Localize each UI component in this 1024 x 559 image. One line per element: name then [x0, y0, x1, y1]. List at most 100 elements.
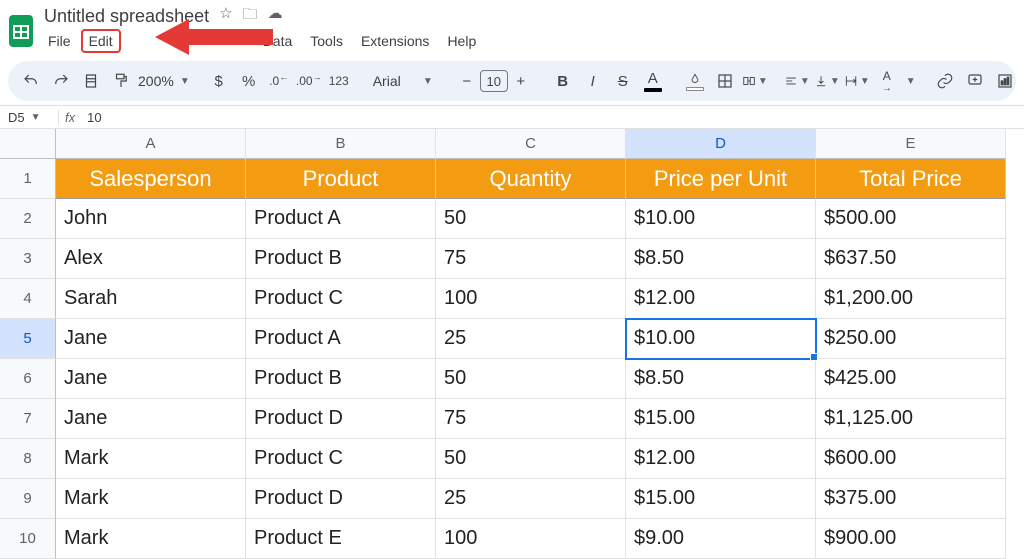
table-header-cell[interactable]: Price per Unit — [626, 159, 816, 199]
borders-button[interactable] — [712, 67, 738, 95]
row-header[interactable]: 10 — [0, 519, 56, 559]
print-button[interactable] — [78, 67, 104, 95]
text-rotation-button[interactable]: A→ — [874, 67, 900, 95]
text-wrap-button[interactable]: ▼ — [844, 67, 870, 95]
row-header[interactable]: 6 — [0, 359, 56, 399]
cell[interactable]: $1,125.00 — [816, 399, 1006, 439]
cell[interactable]: Product E — [246, 519, 436, 559]
insert-chart-button[interactable] — [992, 67, 1018, 95]
sheets-logo-icon[interactable] — [8, 14, 34, 48]
paint-format-button[interactable] — [108, 67, 134, 95]
more-formats-button[interactable]: 123 — [326, 67, 352, 95]
cell[interactable]: 50 — [436, 439, 626, 479]
table-header-cell[interactable]: Total Price — [816, 159, 1006, 199]
cell[interactable]: $250.00 — [816, 319, 1006, 359]
star-icon[interactable]: ☆ — [219, 4, 232, 29]
cell[interactable]: Sarah — [56, 279, 246, 319]
decrease-decimal-button[interactable]: .0← — [266, 67, 292, 95]
cell[interactable]: $637.50 — [816, 239, 1006, 279]
cell[interactable]: $500.00 — [816, 199, 1006, 239]
row-header[interactable]: 7 — [0, 399, 56, 439]
column-header[interactable]: D — [626, 129, 816, 159]
cell[interactable]: $375.00 — [816, 479, 1006, 519]
cloud-status-icon[interactable]: ☁ — [268, 4, 283, 29]
cell[interactable]: 100 — [436, 279, 626, 319]
row-header[interactable]: 9 — [0, 479, 56, 519]
column-header[interactable]: B — [246, 129, 436, 159]
cell[interactable]: Jane — [56, 399, 246, 439]
cell[interactable]: 50 — [436, 199, 626, 239]
format-currency-button[interactable]: $ — [206, 67, 232, 95]
merge-cells-button[interactable]: ▼ — [742, 67, 768, 95]
table-header-cell[interactable]: Quantity — [436, 159, 626, 199]
cell[interactable]: $12.00 — [626, 439, 816, 479]
menu-file[interactable]: File — [40, 29, 79, 53]
table-header-cell[interactable]: Salesperson — [56, 159, 246, 199]
cell[interactable]: 75 — [436, 239, 626, 279]
undo-button[interactable] — [18, 67, 44, 95]
cell[interactable]: $10.00 — [626, 319, 816, 359]
font-size-decrease-button[interactable]: − — [454, 67, 480, 95]
font-size-increase-button[interactable]: + — [508, 67, 534, 95]
cell[interactable]: Alex — [56, 239, 246, 279]
font-family-select[interactable]: Arial▼ — [368, 70, 438, 92]
row-header[interactable]: 3 — [0, 239, 56, 279]
cell[interactable]: 100 — [436, 519, 626, 559]
cell[interactable]: Mark — [56, 479, 246, 519]
cell[interactable]: $15.00 — [626, 479, 816, 519]
cell[interactable]: $9.00 — [626, 519, 816, 559]
cell[interactable]: $8.50 — [626, 239, 816, 279]
column-header[interactable]: E — [816, 129, 1006, 159]
menu-help[interactable]: Help — [439, 29, 484, 53]
cell[interactable]: Mark — [56, 519, 246, 559]
cell[interactable]: $1,200.00 — [816, 279, 1006, 319]
cell[interactable]: Product A — [246, 319, 436, 359]
row-header[interactable]: 8 — [0, 439, 56, 479]
redo-button[interactable] — [48, 67, 74, 95]
italic-button[interactable]: I — [580, 67, 606, 95]
zoom-select[interactable]: 200%▼ — [138, 73, 190, 89]
row-header[interactable]: 1 — [0, 159, 56, 199]
cell[interactable]: $600.00 — [816, 439, 1006, 479]
format-percent-button[interactable]: % — [236, 67, 262, 95]
menu-extensions[interactable]: Extensions — [353, 29, 437, 53]
select-all-corner[interactable] — [0, 129, 56, 159]
cell[interactable]: Product B — [246, 359, 436, 399]
cell[interactable]: Jane — [56, 359, 246, 399]
cell[interactable]: $900.00 — [816, 519, 1006, 559]
cell[interactable]: $10.00 — [626, 199, 816, 239]
menu-data[interactable]: Data — [255, 29, 301, 53]
formula-input[interactable]: 10 — [81, 110, 107, 125]
menu-edit[interactable]: Edit — [81, 29, 121, 53]
horizontal-align-button[interactable]: ▼ — [784, 67, 810, 95]
row-header[interactable]: 5 — [0, 319, 56, 359]
insert-link-button[interactable] — [932, 67, 958, 95]
cell[interactable]: Product D — [246, 479, 436, 519]
document-title[interactable]: Untitled spreadsheet — [40, 4, 213, 29]
cell[interactable]: $8.50 — [626, 359, 816, 399]
cell[interactable]: Jane — [56, 319, 246, 359]
cell[interactable]: 25 — [436, 479, 626, 519]
table-header-cell[interactable]: Product — [246, 159, 436, 199]
cell[interactable]: Mark — [56, 439, 246, 479]
cell[interactable]: John — [56, 199, 246, 239]
column-header[interactable]: A — [56, 129, 246, 159]
increase-decimal-button[interactable]: .00→ — [296, 67, 322, 95]
cell[interactable]: Product A — [246, 199, 436, 239]
cell[interactable]: Product C — [246, 279, 436, 319]
cell[interactable]: 25 — [436, 319, 626, 359]
cell[interactable]: 75 — [436, 399, 626, 439]
row-header[interactable]: 2 — [0, 199, 56, 239]
cell[interactable]: Product C — [246, 439, 436, 479]
cell[interactable]: Product D — [246, 399, 436, 439]
fill-color-button[interactable] — [682, 67, 708, 95]
bold-button[interactable]: B — [550, 67, 576, 95]
insert-comment-button[interactable] — [962, 67, 988, 95]
cell[interactable]: $12.00 — [626, 279, 816, 319]
cell[interactable]: $425.00 — [816, 359, 1006, 399]
text-color-button[interactable]: A — [640, 67, 666, 95]
row-header[interactable]: 4 — [0, 279, 56, 319]
menu-tools[interactable]: Tools — [302, 29, 351, 53]
cell[interactable]: $15.00 — [626, 399, 816, 439]
cell[interactable]: 50 — [436, 359, 626, 399]
